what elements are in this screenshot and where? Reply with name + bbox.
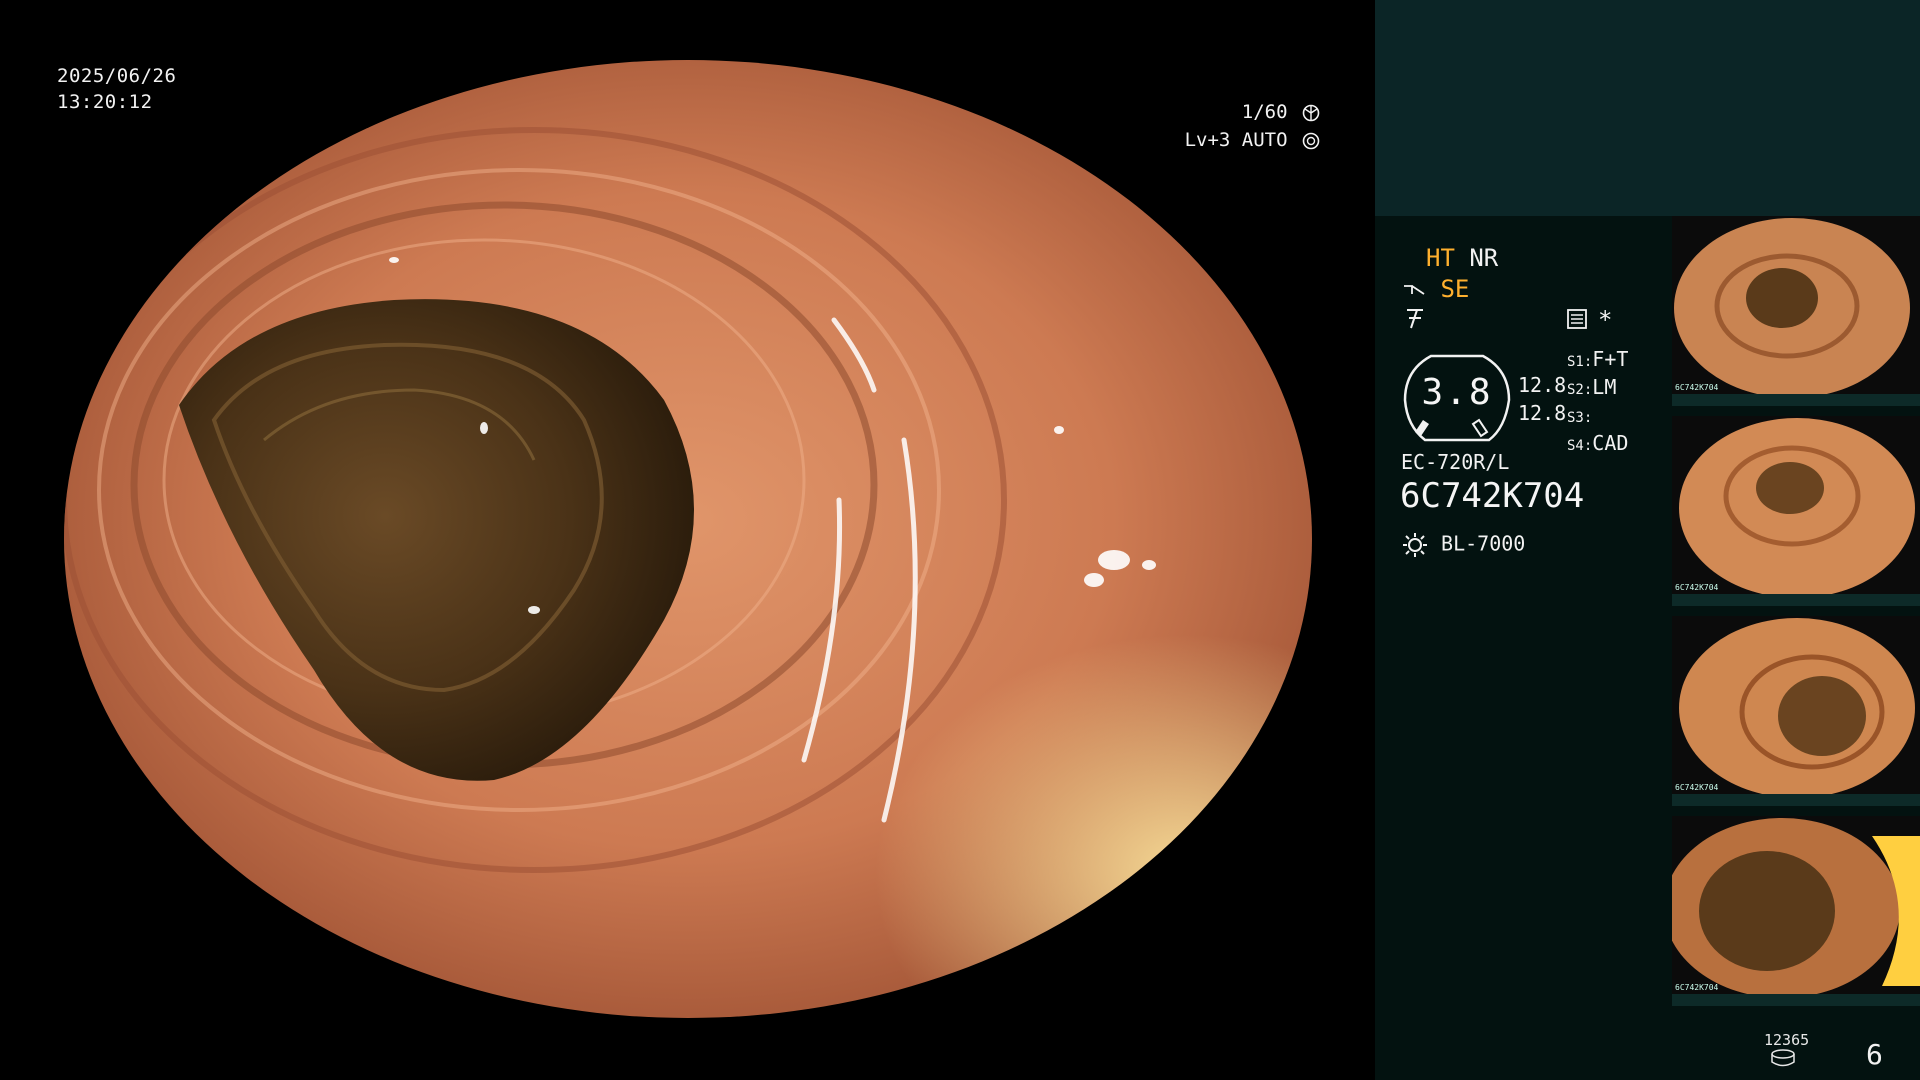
iris-icon <box>1302 132 1320 149</box>
thumbnail-image <box>1679 418 1915 598</box>
thumbnail-label: 6C742K704 <box>1675 983 1719 992</box>
enhance-icon <box>1404 285 1425 295</box>
scope-switch-settings: S1:F+T S2:LM S3: S4:CAD <box>1567 347 1628 459</box>
function-icon <box>1403 306 1427 334</box>
thumbnail-image <box>1679 618 1915 798</box>
shutter-icon <box>1302 104 1320 121</box>
image-counter: 12365 <box>1764 1031 1809 1071</box>
level-mode: Lv+3 AUTO <box>1184 129 1288 151</box>
colon-lumen-illustration <box>64 60 1312 1018</box>
gauge-value: 3.8 <box>1421 372 1493 413</box>
scope-model: EC-720R/L <box>1401 450 1510 474</box>
s4-row: S4:CAD <box>1567 431 1629 455</box>
exposure-info: 1/60 Lv+3 AUTO <box>1160 98 1320 154</box>
page-number: 6 <box>1866 1038 1883 1071</box>
nr-label: NR <box>1469 244 1499 272</box>
mode-row-1: HT NR <box>1426 244 1498 272</box>
scope-serial: 6C742K704 <box>1400 476 1585 516</box>
shutter-speed: 1/60 <box>1241 101 1288 123</box>
image-counter-value: 12365 <box>1764 1031 1810 1049</box>
thumbnail-image <box>1672 818 1920 998</box>
se-label: SE <box>1440 275 1470 303</box>
gauge-side-top: 12.8 <box>1518 373 1567 397</box>
time-text: 13:20:12 <box>57 91 153 113</box>
thumbnail-label: 6C742K704 <box>1675 583 1719 592</box>
capture-thumbnail-2[interactable]: 6C742K704 <box>1672 416 1920 606</box>
gauge-side-values: 12.8 12.8 <box>1518 371 1566 427</box>
light-source-icon <box>1403 533 1427 557</box>
light-source-row: BL-7000 <box>1401 531 1525 559</box>
s3-row: S3: <box>1567 410 1593 426</box>
storage-icon <box>1771 1049 1795 1067</box>
date-text: 2025/06/26 <box>57 65 177 87</box>
datetime-readout: 2025/06/26 13:20:12 <box>57 63 176 115</box>
memory-icon <box>1565 307 1589 335</box>
capture-thumbnail-3[interactable]: 6C742K704 <box>1672 616 1920 806</box>
thumbnail-label: 6C742K704 <box>1675 383 1719 392</box>
s1-row: S1:F+T <box>1567 347 1629 371</box>
capture-thumbnail-1[interactable]: 6C742K704 <box>1672 216 1920 406</box>
light-source-label: BL-7000 <box>1441 531 1526 556</box>
panel-header <box>1375 0 1920 216</box>
thumbnail-label: 6C742K704 <box>1675 783 1719 792</box>
gauge-side-bottom: 12.8 <box>1518 401 1567 425</box>
mode-row-2: SE <box>1402 275 1469 303</box>
s2-row: S2:LM <box>1567 375 1617 399</box>
ht-label: HT <box>1426 244 1455 272</box>
endoscope-image <box>64 60 1312 1018</box>
thumbnail-image <box>1674 218 1910 398</box>
asterisk-mark: * <box>1598 306 1613 334</box>
capture-thumbnail-4[interactable]: 6C742K704 <box>1672 816 1920 1006</box>
